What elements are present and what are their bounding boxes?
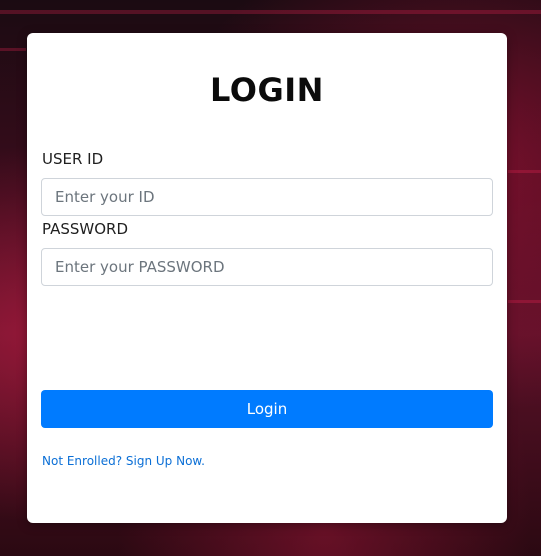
password-label: PASSWORD (42, 220, 129, 238)
login-card: LOGIN USER ID PASSWORD Login Not Enrolle… (27, 33, 507, 523)
user-id-input[interactable] (41, 178, 493, 216)
background-decoration (0, 10, 541, 14)
login-button[interactable]: Login (41, 390, 493, 428)
page-title: LOGIN (210, 71, 324, 109)
signup-link[interactable]: Not Enrolled? Sign Up Now. (42, 454, 205, 468)
user-id-label: USER ID (42, 150, 104, 168)
background-decoration (0, 48, 26, 51)
background-decoration (508, 170, 541, 173)
background-decoration (508, 300, 541, 303)
password-input[interactable] (41, 248, 493, 286)
